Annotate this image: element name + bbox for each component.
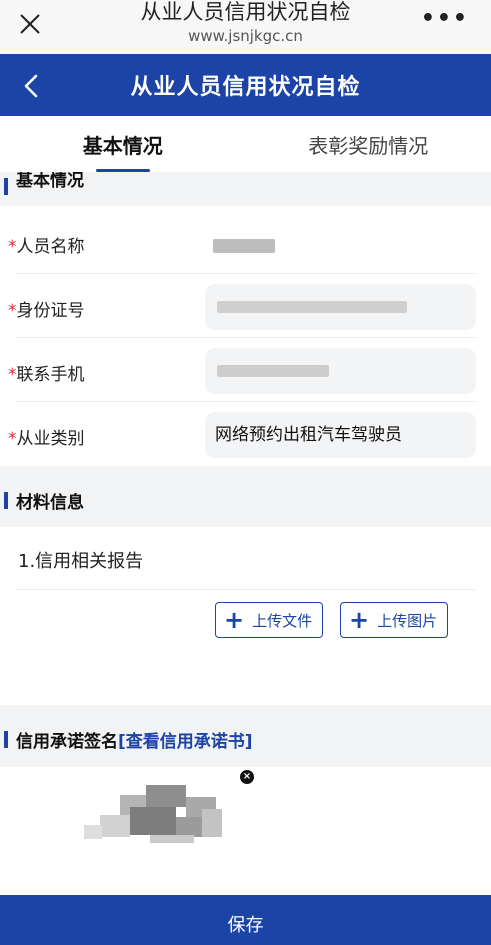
form-row-category: *从业类别 网络预约出租汽车驾驶员 — [8, 404, 476, 466]
browser-bar: 从业人员信用状况自检 www.jsnjkgc.cn ••• — [0, 0, 491, 54]
section-bar — [4, 730, 8, 748]
upload-image-label: 上传图片 — [377, 611, 438, 630]
phone-field[interactable] — [205, 348, 476, 394]
form-label-text: 从业类别 — [16, 429, 85, 449]
signature-pixel — [130, 807, 176, 835]
form-label: *从业类别 — [8, 424, 85, 449]
signature-pixel — [202, 809, 222, 837]
app-header: 从业人员信用状况自检 — [0, 54, 491, 116]
section-bar — [4, 178, 8, 195]
tab-bar: 基本情况 表彰奖励情况 — [0, 116, 491, 172]
form-label: *身份证号 — [8, 296, 85, 321]
section-commitment-header: 信用承诺签名 [查看信用承诺书] — [0, 722, 491, 756]
signature-pixel — [84, 825, 102, 839]
signature-pixel — [150, 835, 194, 843]
redacted-value — [213, 239, 275, 253]
form-row-id-number: *身份证号 — [8, 276, 476, 338]
divider — [15, 589, 476, 590]
browser-url: www.jsnjkgc.cn — [188, 27, 303, 45]
upload-file-label: 上传文件 — [252, 611, 313, 630]
section-basic-info-header: 基本情况 — [0, 172, 491, 196]
form-label-text: 人员名称 — [16, 237, 85, 257]
tab-basic-info[interactable]: 基本情况 — [0, 116, 246, 172]
signature-area[interactable]: × — [0, 767, 491, 895]
form-row-name: *人员名称 — [8, 212, 476, 274]
basic-info-card: *人员名称 *身份证号 *联系手机 *从业类别 网络预约出租汽车驾驶员 — [0, 206, 491, 466]
form-row-phone: *联系手机 — [8, 340, 476, 402]
section-title: 材料信息 — [16, 492, 84, 513]
more-options-icon[interactable]: ••• — [421, 6, 469, 31]
remove-signature-icon[interactable]: × — [240, 770, 254, 784]
required-mark: * — [8, 365, 17, 385]
form-label: *人员名称 — [8, 232, 85, 257]
plus-icon: + — [349, 606, 370, 634]
browser-titles: 从业人员信用状况自检 www.jsnjkgc.cn — [0, 0, 491, 46]
upload-image-button[interactable]: + 上传图片 — [340, 602, 449, 638]
category-field[interactable]: 网络预约出租汽车驾驶员 — [205, 412, 476, 458]
plus-icon: + — [224, 606, 245, 634]
form-label: *联系手机 — [8, 360, 85, 385]
report-title: 1.信用相关报告 — [18, 551, 144, 572]
required-mark: * — [8, 301, 17, 321]
browser-title: 从业人员信用状况自检 — [140, 0, 351, 24]
page-title: 从业人员信用状况自检 — [130, 75, 361, 100]
section-title: 基本情况 — [16, 172, 84, 191]
section-bar — [4, 491, 8, 509]
form-label-text: 联系手机 — [16, 365, 85, 385]
form-label-text: 身份证号 — [16, 301, 85, 321]
redacted-value — [217, 301, 407, 313]
required-mark: * — [8, 237, 17, 257]
section-materials-header: 材料信息 — [0, 483, 491, 517]
section-title: 信用承诺签名 — [16, 731, 118, 752]
redacted-value — [217, 365, 329, 377]
materials-card: 1.信用相关报告 + 上传文件 + 上传图片 — [0, 527, 491, 705]
view-commitment-link[interactable]: [查看信用承诺书] — [118, 727, 253, 752]
id-number-field[interactable] — [205, 284, 476, 330]
name-field[interactable] — [205, 220, 476, 266]
signature-pixel — [100, 815, 130, 837]
save-button[interactable]: 保存 — [0, 895, 491, 945]
signature-pixel — [176, 817, 202, 837]
signature-pixel — [146, 785, 186, 807]
tab-awards[interactable]: 表彰奖励情况 — [246, 116, 491, 172]
required-mark: * — [8, 429, 17, 449]
upload-file-button[interactable]: + 上传文件 — [215, 602, 324, 638]
